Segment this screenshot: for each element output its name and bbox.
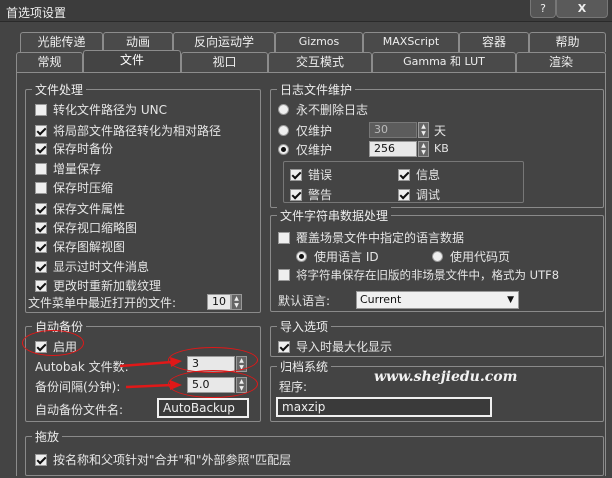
checkbox[interactable] xyxy=(290,168,302,181)
option-override-language[interactable]: 覆盖场景文件中指定的语言数据 xyxy=(278,229,464,246)
option-reload-textures[interactable]: 更改时重新加载纹理 xyxy=(35,277,161,294)
archive-program-input[interactable]: maxzip xyxy=(276,397,492,417)
radio-keep-kb[interactable]: 仅维护 xyxy=(278,141,332,158)
checkbox[interactable] xyxy=(35,142,47,155)
close-button[interactable]: X xyxy=(556,0,608,18)
title-bar: 首选项设置 ? X xyxy=(0,0,612,22)
recent-files-spinner[interactable]: ▲ ▼ xyxy=(231,294,242,310)
option-compress-on-save[interactable]: 保存时压缩 xyxy=(35,179,113,196)
tab-animation[interactable]: 动画 xyxy=(103,32,173,52)
option-save-utf8[interactable]: 将字符串保存在旧版的非场景文件中，格式为 UTF8 xyxy=(278,267,559,283)
help-button[interactable]: ? xyxy=(530,0,556,18)
checkbox[interactable] xyxy=(278,269,290,281)
checkbox[interactable] xyxy=(35,240,47,253)
tab-rendering[interactable]: 渲染 xyxy=(516,52,606,72)
checkbox[interactable] xyxy=(398,168,410,181)
flag-debug[interactable]: 调试 xyxy=(398,186,440,203)
tab-files[interactable]: 文件 xyxy=(83,50,181,73)
autobackup-filename-input[interactable]: AutoBackup xyxy=(157,398,249,418)
archive-system-title: 归档系统 xyxy=(277,358,332,375)
option-relative-paths[interactable]: 将局部文件路径转化为相对路径 xyxy=(35,122,221,139)
radio-use-language-id[interactable]: 使用语言 ID xyxy=(296,248,379,265)
archive-program-label: 程序: xyxy=(279,380,308,394)
checkbox[interactable] xyxy=(35,221,47,234)
tab-radiosity[interactable]: 光能传递 xyxy=(20,32,103,52)
keep-kb-unit: KB xyxy=(434,142,449,155)
option-backup-on-save[interactable]: 保存时备份 xyxy=(35,140,113,157)
recent-files-input[interactable]: 10 xyxy=(207,294,231,310)
keep-kb-input[interactable]: 256 xyxy=(369,141,417,157)
checkbox[interactable] xyxy=(35,279,47,292)
annotation-arrow-interval xyxy=(125,380,182,390)
radio[interactable] xyxy=(278,125,289,136)
string-data-title: 文件字符串数据处理 xyxy=(277,207,392,224)
option-incremental-save[interactable]: 增量保存 xyxy=(35,160,101,177)
option-save-file-properties[interactable]: 保存文件属性 xyxy=(35,200,125,217)
tab-general[interactable]: 常规 xyxy=(16,52,83,72)
autobackup-count-label: Autobak 文件数: xyxy=(35,360,129,374)
radio-never-delete-log[interactable]: 永不删除日志 xyxy=(278,101,368,118)
window-title: 首选项设置 xyxy=(6,6,67,20)
chevron-down-icon: ▼ xyxy=(507,295,514,305)
flag-errors[interactable]: 错误 xyxy=(290,166,332,183)
option-save-schematic-view[interactable]: 保存图解视图 xyxy=(35,238,125,255)
radio[interactable] xyxy=(278,144,289,155)
checkbox[interactable] xyxy=(35,260,47,273)
radio[interactable] xyxy=(432,251,443,262)
radio-use-codepage[interactable]: 使用代码页 xyxy=(432,248,510,265)
option-save-viewport-thumbnail[interactable]: 保存视口缩略图 xyxy=(35,219,137,236)
flag-warnings[interactable]: 警告 xyxy=(290,186,332,203)
recent-files-label: 文件菜单中最近打开的文件: xyxy=(28,296,177,310)
default-language-label: 默认语言: xyxy=(278,294,331,308)
import-options-title: 导入选项 xyxy=(277,318,332,335)
default-language-select[interactable]: Current ▼ xyxy=(356,291,519,309)
radio[interactable] xyxy=(296,251,307,262)
log-maintenance-title: 日志文件维护 xyxy=(277,81,356,98)
checkbox[interactable] xyxy=(35,181,47,194)
checkbox[interactable] xyxy=(278,340,290,353)
checkbox[interactable] xyxy=(35,103,47,116)
tab-interaction-mode[interactable]: 交互模式 xyxy=(268,52,372,72)
tab-inverse-kinematics[interactable]: 反向运动学 xyxy=(173,32,275,52)
option-obsolete-file-message[interactable]: 显示过时文件消息 xyxy=(35,258,149,275)
tab-gizmos[interactable]: Gizmos xyxy=(275,32,363,52)
keep-days-input[interactable]: 30 xyxy=(369,122,417,138)
flag-info[interactable]: 信息 xyxy=(398,166,440,183)
option-import-maximize[interactable]: 导入时最大化显示 xyxy=(278,338,392,355)
tab-maxscript[interactable]: MAXScript xyxy=(363,32,459,52)
option-unc-paths[interactable]: 转化文件路径为 UNC xyxy=(35,101,167,118)
annotation-circle-enable xyxy=(22,330,84,356)
tab-viewports[interactable]: 视口 xyxy=(181,52,268,72)
file-handling-title: 文件处理 xyxy=(32,81,87,98)
keep-kb-spinner[interactable]: ▲ ▼ xyxy=(418,141,429,157)
checkbox[interactable] xyxy=(35,124,47,137)
checkbox[interactable] xyxy=(278,231,290,244)
checkbox[interactable] xyxy=(35,453,47,466)
tab-containers[interactable]: 容器 xyxy=(459,32,529,52)
tab-gamma-lut[interactable]: Gamma 和 LUT xyxy=(372,52,516,72)
checkbox[interactable] xyxy=(398,188,410,201)
radio[interactable] xyxy=(278,104,289,115)
checkbox[interactable] xyxy=(35,202,47,215)
radio-keep-days[interactable]: 仅维护 xyxy=(278,122,332,139)
watermark: www.shejiedu.com xyxy=(374,369,518,385)
tab-help[interactable]: 帮助 xyxy=(529,32,606,52)
annotation-arrow-count xyxy=(119,357,182,368)
keep-days-unit: 天 xyxy=(434,124,447,138)
checkbox[interactable] xyxy=(290,188,302,201)
backup-interval-label: 备份间隔(分钟): xyxy=(35,380,121,394)
option-match-layers[interactable]: 按名称和父项针对"合并"和"外部参照"匹配层 xyxy=(35,451,291,468)
drag-drop-title: 拖放 xyxy=(32,428,63,445)
keep-days-spinner[interactable]: ▲ ▼ xyxy=(418,122,429,138)
autobackup-filename-label: 自动备份文件名: xyxy=(35,403,124,417)
checkbox[interactable] xyxy=(35,162,47,175)
